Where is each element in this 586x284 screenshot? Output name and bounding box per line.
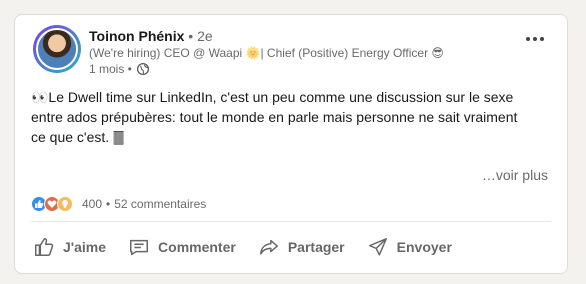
- like-label: J'aime: [63, 239, 107, 255]
- connection-degree: • 2e: [184, 28, 213, 44]
- post-body-line: entre ados prépubères: tout le monde en …: [31, 109, 518, 125]
- globe-icon: [136, 62, 149, 76]
- divider: [31, 221, 551, 222]
- send-label: Envoyer: [396, 239, 452, 255]
- see-more-link[interactable]: …voir plus: [482, 167, 548, 183]
- lightbulb-icon: [57, 196, 73, 212]
- send-button[interactable]: Envoyer: [361, 232, 458, 262]
- post-body-line: 👀Le Dwell time sur LinkedIn, c'est un pe…: [31, 89, 514, 105]
- post-header: Toinon Phénix • 2e (We're hiring) CEO @ …: [33, 25, 553, 81]
- feed-post-card: Toinon Phénix • 2e (We're hiring) CEO @ …: [14, 14, 568, 274]
- comments-count-link[interactable]: 52 commentaires: [114, 197, 206, 211]
- social-counts: 400 • 52 commentaires: [31, 195, 206, 213]
- post-actions: J'aime Commenter Partager Envoyer: [27, 231, 468, 263]
- post-body: 👀Le Dwell time sur LinkedIn, c'est un pe…: [31, 87, 553, 147]
- send-icon: [368, 238, 387, 256]
- author-meta: Toinon Phénix • 2e (We're hiring) CEO @ …: [89, 27, 513, 77]
- author-headline: (We're hiring) CEO @ Waapi 🌞| Chief (Pos…: [89, 46, 444, 60]
- avatar[interactable]: [33, 25, 81, 73]
- share-icon: [259, 239, 278, 255]
- comment-button[interactable]: Commenter: [122, 232, 242, 262]
- comment-icon: [130, 239, 149, 256]
- post-time: 1 mois •: [89, 62, 132, 76]
- thumbs-up-icon: [35, 238, 54, 256]
- avatar-photo: [36, 28, 78, 70]
- post-body-line: ce que c'est. 🀫: [31, 129, 125, 145]
- comment-label: Commenter: [158, 239, 236, 255]
- post-timestamp: 1 mois •: [89, 61, 513, 77]
- reaction-icons[interactable]: [31, 196, 73, 212]
- author-name[interactable]: Toinon Phénix: [89, 28, 184, 44]
- share-button[interactable]: Partager: [252, 232, 351, 262]
- share-label: Partager: [287, 239, 345, 255]
- reaction-count[interactable]: 400: [82, 197, 102, 211]
- more-icon[interactable]: [521, 29, 549, 49]
- separator: •: [106, 197, 111, 211]
- author-name-line: Toinon Phénix • 2e: [89, 27, 513, 45]
- like-button[interactable]: J'aime: [27, 232, 112, 262]
